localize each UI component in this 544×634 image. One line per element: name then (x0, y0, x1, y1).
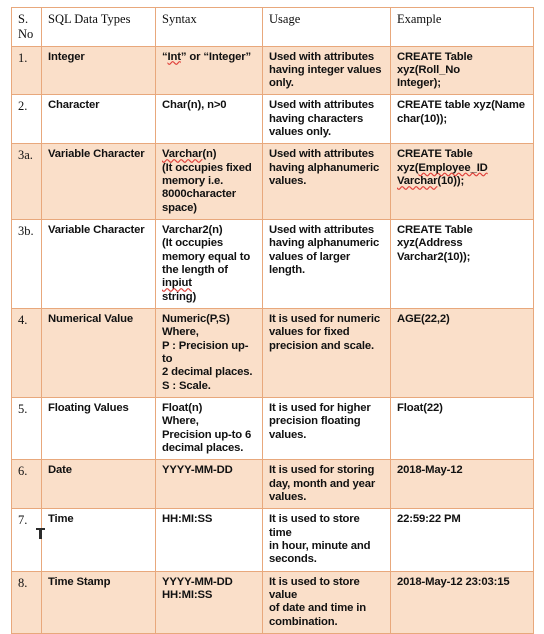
table-row: 4. Numerical Value Numeric(P,S) Where, P : P… (11, 308, 534, 399)
cell-example: CREATE Table xyz(Roll_No Integer); (390, 45, 534, 96)
column-header-usage: Usage (262, 7, 391, 47)
cell-usage: It is used for higher precision floating v… (262, 397, 391, 461)
cell-usage: It is used to store value of date and tim… (262, 570, 391, 634)
cell-data-type: Integer (41, 45, 156, 96)
cell-syntax: Char(n), n>0 (155, 94, 263, 145)
cell-example: Float(22) (390, 397, 534, 461)
table-row: 5. Floating Values Float(n) Where, Precision… (11, 397, 534, 461)
cell-usage: It is used to store time in hour, minute … (262, 508, 391, 572)
cell-example: CREATE table xyz(Name char(10)); (390, 94, 534, 145)
cell-syntax: YYYY-MM-DD (155, 459, 263, 510)
cell-syntax: “Int” or “Integer” (155, 45, 263, 96)
column-header-example: Example (390, 7, 534, 47)
table-row: 1. Integer “Int” or “Integer” Used with att… (11, 45, 534, 96)
cell-syntax: Float(n) Where, Precision up-to 6 decimal p… (155, 397, 263, 461)
table-row: 2. Character Char(n), n>0 Used with attribu… (11, 94, 534, 145)
table-row: 6. Date YYYY-MM-DD It is used for storing da… (11, 459, 534, 510)
cell-sno: 3a. (11, 143, 42, 221)
cell-data-type: Date (41, 459, 156, 510)
sql-data-types-table: S.No SQL Data Types Syntax Usage Example… (11, 7, 534, 634)
column-header-syntax: Syntax (155, 7, 263, 47)
cell-sno: 1. (11, 45, 42, 96)
table-row: 3b. Variable Character Varchar2(n) (It occu… (11, 219, 534, 310)
cell-data-type: Numerical Value (41, 308, 156, 399)
cell-sno: 2. (11, 94, 42, 145)
cell-sno: 8. (11, 570, 42, 634)
sql-data-types-table-container: S.No SQL Data Types Syntax Usage Example… (11, 7, 534, 634)
cell-example: 22:59:22 PM (390, 508, 534, 572)
cell-usage: Used with attributes having alphanumeric v… (262, 143, 391, 221)
table-row: 8. Time Stamp YYYY-MM-DD HH:MI:SS It is used… (11, 570, 534, 634)
table-header-row: S.No SQL Data Types Syntax Usage Example (11, 7, 534, 47)
cell-example: 2018-May-12 (390, 459, 534, 510)
column-header-sno: S.No (11, 7, 42, 47)
cell-data-type: Variable Character (41, 143, 156, 221)
table-header: S.No SQL Data Types Syntax Usage Example (11, 7, 534, 47)
cell-example: CREATE Table xyz(Employee_ID Varchar(10)); (390, 143, 534, 221)
cell-usage: It is used for storing day, month and yea… (262, 459, 391, 510)
cell-example: 2018-May-12 23:03:15 (390, 570, 534, 634)
cell-syntax: Numeric(P,S) Where, P : Precision up-to 2 d… (155, 308, 263, 399)
cell-syntax: HH:MI:SS (155, 508, 263, 572)
cell-sno: 7. (11, 508, 42, 572)
table-body: 1. Integer “Int” or “Integer” Used with att… (11, 45, 534, 634)
cell-usage: Used with attributes having integer value… (262, 45, 391, 96)
cell-usage: Used with attributes having characters val… (262, 94, 391, 145)
cell-sno: 5. (11, 397, 42, 461)
cell-syntax: Varchar2(n) (It occupies memory equal to th… (155, 219, 263, 310)
table-row: 7. Time HH:MI:SS It is used to store time in… (11, 508, 534, 572)
cell-usage: It is used for numeric values for fixed pr… (262, 308, 391, 399)
cell-usage: Used with attributes having alphanumeric v… (262, 219, 391, 310)
text-cursor-artifact (36, 528, 45, 539)
cell-syntax: Varchar(n) (It occupies fixed memory i.e. 8… (155, 143, 263, 221)
cell-data-type: Time Stamp (41, 570, 156, 634)
cell-data-type: Variable Character (41, 219, 156, 310)
cell-data-type: Character (41, 94, 156, 145)
table-row: 3a. Variable Character Varchar(n) (It occup… (11, 143, 534, 221)
cell-example: CREATE Table xyz(Address Varchar2(10)); (390, 219, 534, 310)
cell-sno: 6. (11, 459, 42, 510)
cell-data-type: Time (41, 508, 156, 572)
cell-syntax: YYYY-MM-DD HH:MI:SS (155, 570, 263, 634)
cell-data-type: Floating Values (41, 397, 156, 461)
cell-sno: 3b. (11, 219, 42, 310)
cell-sno: 4. (11, 308, 42, 399)
column-header-data-types: SQL Data Types (41, 7, 156, 47)
cell-example: AGE(22,2) (390, 308, 534, 399)
